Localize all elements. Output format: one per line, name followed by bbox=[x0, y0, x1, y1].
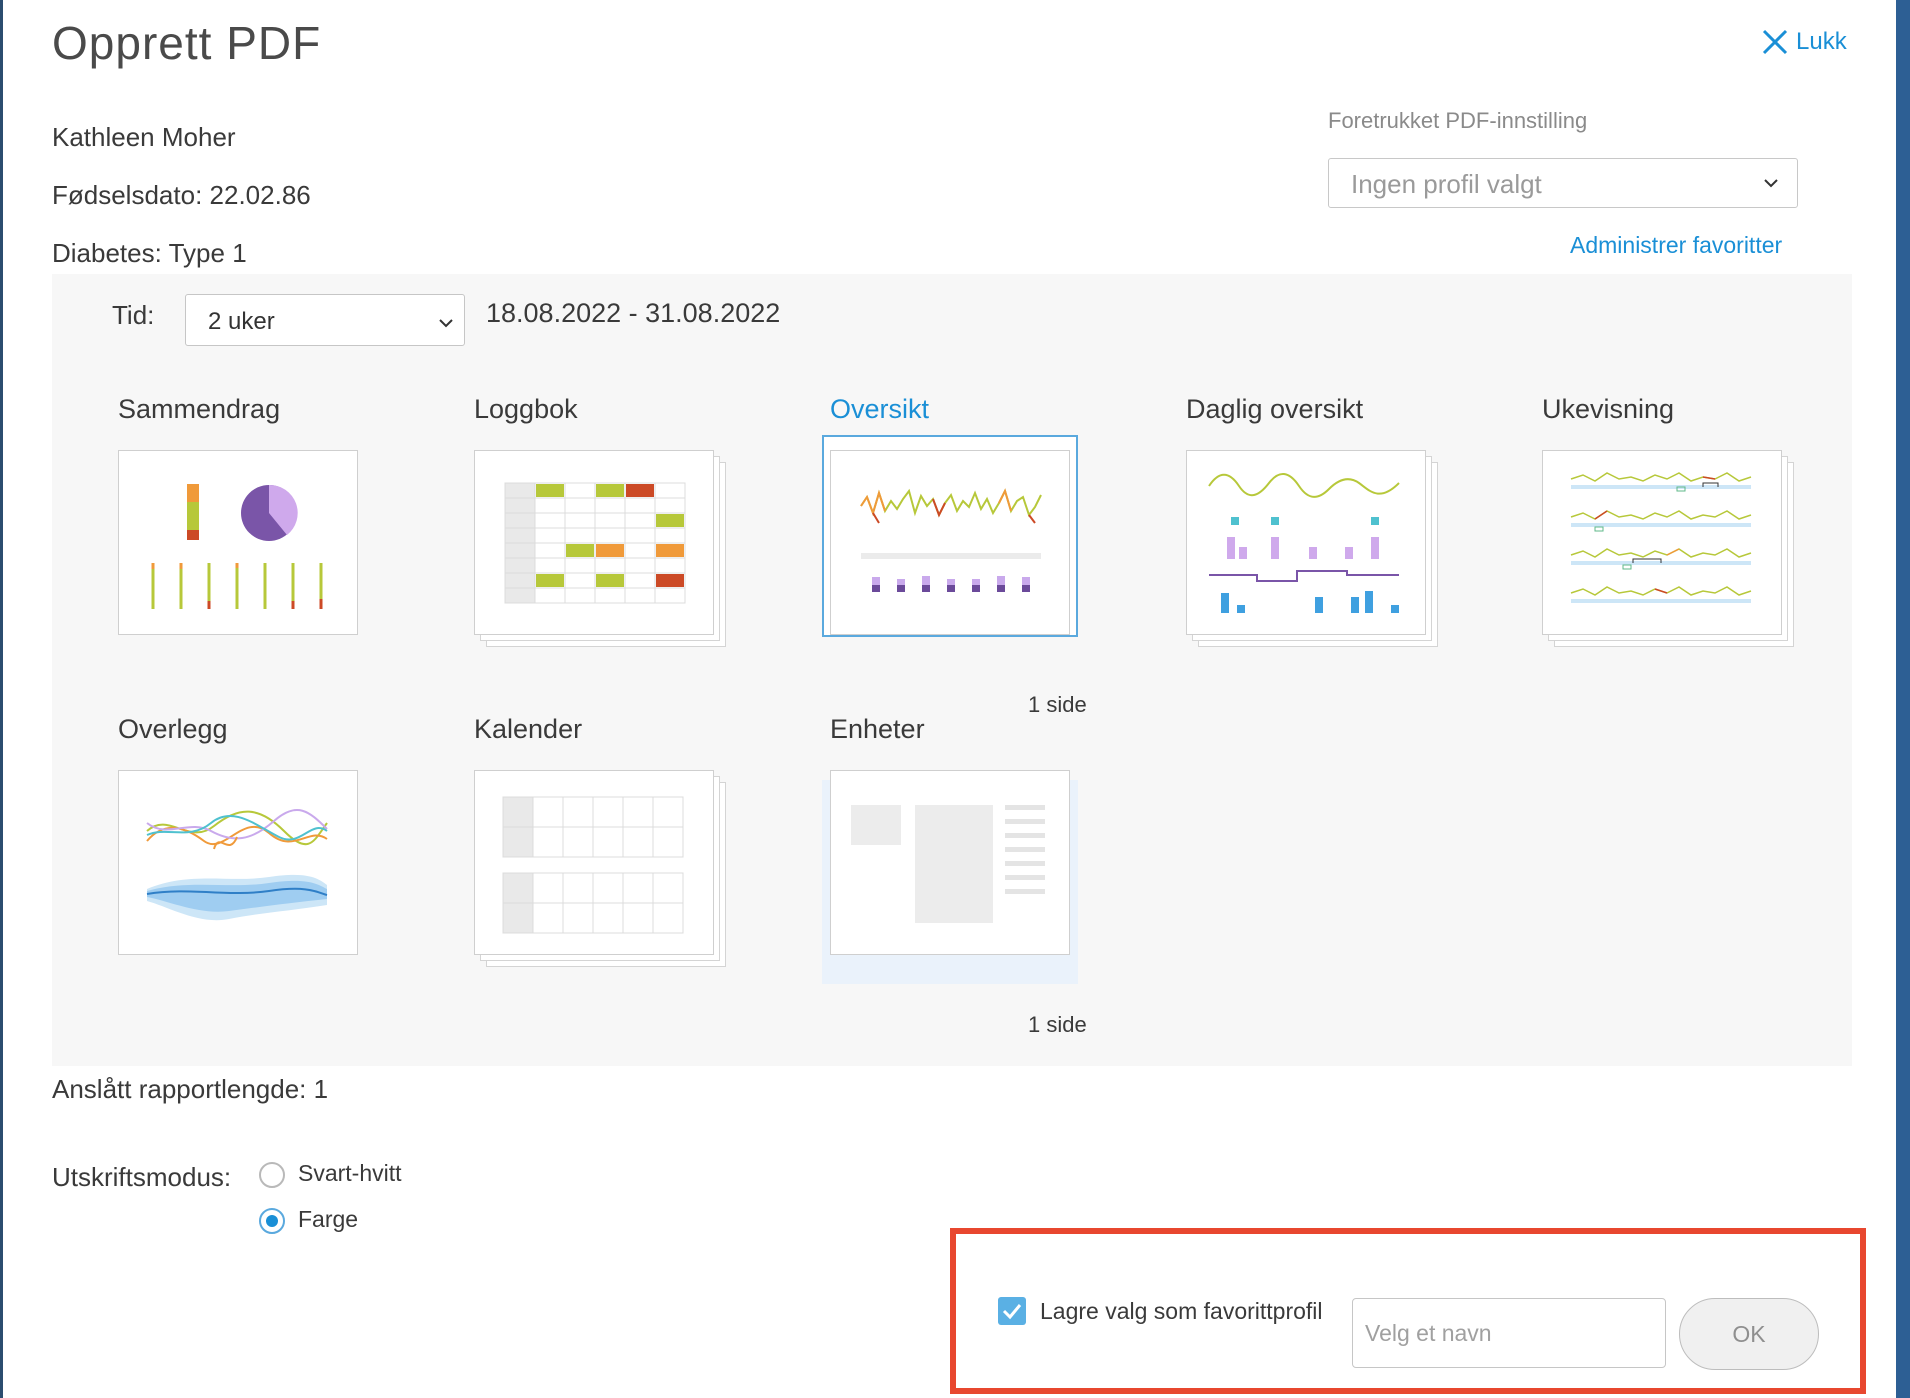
overlay-preview-icon bbox=[146, 809, 328, 921]
enheter-page-count: 1 side bbox=[1028, 1012, 1087, 1037]
report-title-sammendrag[interactable]: Sammendrag bbox=[118, 394, 280, 425]
close-icon bbox=[1762, 29, 1788, 55]
time-select[interactable]: 2 uker bbox=[185, 294, 465, 346]
report-title-daglig-oversikt[interactable]: Daglig oversikt bbox=[1186, 394, 1363, 425]
window-edge-left bbox=[0, 0, 3, 1398]
diabetes-label: Diabetes: bbox=[52, 238, 162, 268]
radio-color[interactable] bbox=[259, 1208, 285, 1234]
preferred-pdf-label: Foretrukket PDF-innstilling bbox=[1328, 108, 1588, 133]
preferred-profile-value: Ingen profil valgt bbox=[1351, 169, 1542, 199]
patient-dob: Fødselsdato: 22.02.86 bbox=[52, 180, 311, 211]
report-title-loggbok[interactable]: Loggbok bbox=[474, 394, 578, 425]
checkmark-icon bbox=[1002, 1304, 1022, 1320]
radio-black-white-label[interactable]: Svart-hvitt bbox=[298, 1160, 402, 1187]
preferred-profile-select[interactable]: Ingen profil valgt bbox=[1328, 158, 1798, 208]
save-favorite-label[interactable]: Lagre valg som favorittprofil bbox=[1040, 1298, 1323, 1325]
window-edge-right bbox=[1896, 0, 1910, 1398]
dob-label: Fødselsdato: bbox=[52, 180, 203, 210]
report-thumb-enheter[interactable] bbox=[830, 770, 1070, 955]
devices-preview-icon bbox=[851, 805, 1045, 923]
dialog-title: Opprett PDF bbox=[52, 17, 322, 69]
favorite-name-input[interactable] bbox=[1352, 1298, 1666, 1368]
overview-preview-icon bbox=[860, 488, 1042, 592]
report-thumb-kalender[interactable] bbox=[474, 770, 714, 955]
radio-black-white[interactable] bbox=[259, 1162, 285, 1188]
dob-value: 22.02.86 bbox=[209, 180, 311, 210]
chevron-down-icon bbox=[439, 319, 453, 328]
patient-diabetes: Diabetes: Type 1 bbox=[52, 238, 247, 269]
diabetes-value: Type 1 bbox=[168, 238, 247, 268]
week-view-preview-icon bbox=[1570, 472, 1752, 603]
report-title-kalender[interactable]: Kalender bbox=[474, 714, 582, 745]
report-thumb-loggbok[interactable] bbox=[474, 450, 714, 635]
summary-preview-icon bbox=[151, 484, 323, 609]
report-title-overlegg[interactable]: Overlegg bbox=[118, 714, 228, 745]
report-thumb-ukevisning[interactable] bbox=[1542, 450, 1782, 635]
logbook-preview-icon bbox=[504, 482, 686, 604]
time-label: Tid: bbox=[112, 300, 155, 330]
close-label: Lukk bbox=[1796, 28, 1847, 55]
report-title-enheter[interactable]: Enheter bbox=[830, 714, 925, 745]
report-title-ukevisning[interactable]: Ukevisning bbox=[1542, 394, 1674, 425]
ok-button[interactable]: OK bbox=[1679, 1298, 1819, 1370]
save-favorite-checkbox[interactable] bbox=[998, 1297, 1026, 1325]
radio-color-label[interactable]: Farge bbox=[298, 1206, 358, 1233]
date-range: 18.08.2022 - 31.08.2022 bbox=[486, 298, 781, 328]
patient-name: Kathleen Moher bbox=[52, 122, 236, 152]
oversikt-page-count: 1 side bbox=[1028, 692, 1087, 717]
daily-overview-preview-icon bbox=[1208, 473, 1400, 613]
report-thumb-overlegg[interactable] bbox=[118, 770, 358, 955]
report-thumb-sammendrag[interactable] bbox=[118, 450, 358, 635]
calendar-preview-icon bbox=[502, 796, 684, 934]
time-select-value: 2 uker bbox=[208, 308, 275, 335]
close-button[interactable]: Lukk bbox=[1762, 28, 1847, 56]
report-thumb-daglig-oversikt[interactable] bbox=[1186, 450, 1426, 635]
report-thumb-oversikt[interactable] bbox=[830, 450, 1070, 635]
chevron-down-icon bbox=[1764, 179, 1778, 188]
manage-favorites-link[interactable]: Administrer favoritter bbox=[1570, 232, 1782, 259]
print-mode-label: Utskriftsmodus: bbox=[52, 1162, 232, 1192]
estimated-report-length: Anslått rapportlengde: 1 bbox=[52, 1074, 329, 1104]
report-title-oversikt[interactable]: Oversikt bbox=[830, 394, 929, 425]
